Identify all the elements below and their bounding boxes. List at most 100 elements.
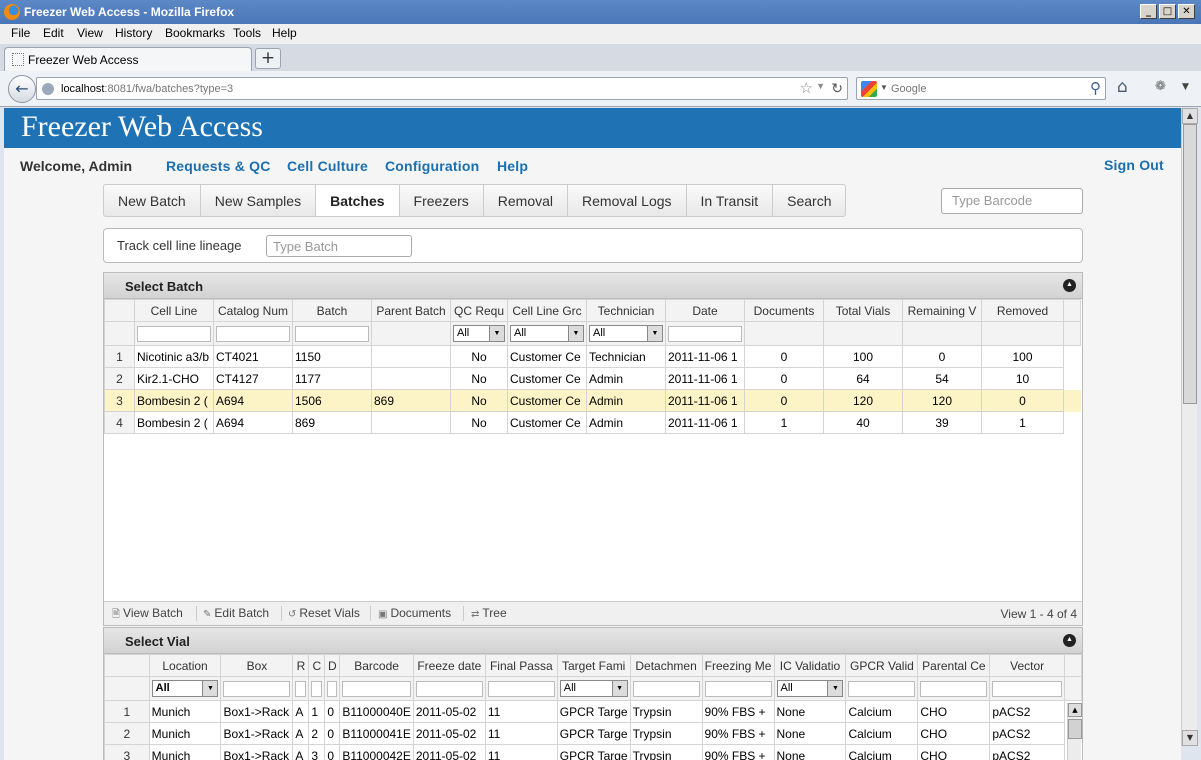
filter-date[interactable] <box>668 325 742 342</box>
filter-r[interactable] <box>295 680 307 697</box>
edit-batch-button[interactable]: ✎ Edit Batch <box>203 606 269 620</box>
tab-batches[interactable]: Batches <box>316 185 400 216</box>
table-row[interactable]: 3 Bombesin 2 (A694 1506 869 No Customer Ce Adm… <box>104 389 1081 412</box>
filter-final-passage[interactable] <box>487 680 555 697</box>
scroll-down-icon[interactable]: ▼ <box>1182 730 1198 746</box>
bookmark-star-icon[interactable]: ☆ <box>800 79 813 97</box>
search-box[interactable]: ▼ Google ⚲ <box>856 77 1106 100</box>
col-parent-batch[interactable]: Parent Batch <box>371 299 451 322</box>
col-barcode[interactable]: Barcode <box>339 654 414 677</box>
close-button[interactable]: ✕ <box>1178 4 1195 19</box>
col-freezing-media[interactable]: Freezing Me <box>701 654 775 677</box>
filter-ic-select[interactable]: All ▼ <box>776 680 844 697</box>
tab-in-transit[interactable]: In Transit <box>687 185 774 216</box>
tab-removal-logs[interactable]: Removal Logs <box>568 185 687 216</box>
filter-catalog[interactable] <box>216 325 290 342</box>
nav-configuration[interactable]: Configuration <box>385 158 479 174</box>
engine-dropdown-icon[interactable]: ▼ <box>880 83 888 92</box>
reload-icon[interactable]: ↻ <box>831 80 843 97</box>
scroll-up-icon[interactable]: ▲ <box>1182 108 1198 124</box>
view-batch-button[interactable]: 🗎 View Batch <box>112 606 183 624</box>
tree-button[interactable]: ⇄ Tree <box>471 606 507 620</box>
filter-d[interactable] <box>327 680 338 697</box>
scroll-up-icon[interactable]: ▲ <box>1068 703 1082 717</box>
col-freeze-date[interactable]: Freeze date <box>412 654 486 677</box>
vial-grid-scrollbar[interactable]: ▲ <box>1067 703 1082 760</box>
tab-new-samples[interactable]: New Samples <box>201 185 317 216</box>
menu-tools[interactable]: Tools <box>233 26 261 40</box>
col-d[interactable]: D <box>324 654 341 677</box>
toolbar-menu-icon[interactable]: ▼ <box>1182 82 1189 92</box>
table-row[interactable]: 1 Nicotinic a3/b CT4021 1150 No Customer Ce Te… <box>104 345 1081 368</box>
page-scrollbar[interactable]: ▲ ▼ <box>1181 108 1198 746</box>
col-total-vials[interactable]: Total Vials <box>823 299 903 322</box>
tab-freezers[interactable]: Freezers <box>400 185 484 216</box>
scroll-thumb[interactable] <box>1183 124 1197 404</box>
tab-search[interactable]: Search <box>773 185 845 216</box>
menu-history[interactable]: History <box>115 26 152 40</box>
filter-group-select[interactable]: All ▼ <box>510 325 584 342</box>
menu-bookmarks[interactable]: Bookmarks <box>165 26 225 40</box>
reset-vials-button[interactable]: ↺ Reset Vials <box>288 606 360 620</box>
collapse-icon[interactable]: ▲ <box>1063 279 1076 292</box>
col-removed[interactable]: Removed <box>981 299 1064 322</box>
col-c[interactable]: C <box>308 654 326 677</box>
menu-help[interactable]: Help <box>272 26 297 40</box>
tab-new-batch[interactable]: New Batch <box>104 185 201 216</box>
filter-vector[interactable] <box>992 680 1063 697</box>
col-documents[interactable]: Documents <box>744 299 824 322</box>
batch-input[interactable]: Type Batch <box>266 235 412 257</box>
search-icon[interactable]: ⚲ <box>1090 79 1101 97</box>
col-qc-required[interactable]: QC Requ <box>450 299 508 322</box>
col-cell-line[interactable]: Cell Line <box>134 299 214 322</box>
col-gpcr-validation[interactable]: GPCR Valid <box>845 654 919 677</box>
col-ic-validation[interactable]: IC Validatio <box>773 654 847 677</box>
documents-button[interactable]: ▣ Documents <box>378 606 451 620</box>
menu-file[interactable]: File <box>11 26 30 40</box>
filter-parental[interactable] <box>920 680 988 697</box>
home-icon[interactable]: ⌂ <box>1117 77 1128 97</box>
google-icon[interactable] <box>861 81 877 97</box>
col-location[interactable]: Location <box>148 654 222 677</box>
col-parental-cell[interactable]: Parental Ce <box>917 654 991 677</box>
filter-target-select[interactable]: All ▼ <box>559 680 628 697</box>
nav-cell-culture[interactable]: Cell Culture <box>287 158 368 174</box>
collapse-icon[interactable]: ▲ <box>1063 634 1076 647</box>
col-r[interactable]: R <box>292 654 310 677</box>
table-row[interactable]: 1 Munich Box1->Rack A 1 0 B11000040E 2011-05-02… <box>104 700 1082 723</box>
table-row[interactable]: 2 Kir2.1-CHO CT4127 1177 No Customer Ce Admin 2… <box>104 367 1081 390</box>
col-catalog[interactable]: Catalog Num <box>213 299 293 322</box>
scroll-thumb[interactable] <box>1068 719 1082 739</box>
minimize-button[interactable]: _ <box>1140 4 1157 19</box>
new-tab-button[interactable]: + <box>255 48 281 69</box>
nav-requests-qc[interactable]: Requests & QC <box>166 158 271 174</box>
sign-out-link[interactable]: Sign Out <box>1104 157 1164 173</box>
filter-barcode[interactable] <box>342 680 411 697</box>
menu-edit[interactable]: Edit <box>43 26 64 40</box>
col-target-family[interactable]: Target Fami <box>556 654 631 677</box>
col-technician[interactable]: Technician <box>586 299 666 322</box>
browser-tab[interactable]: Freezer Web Access <box>4 47 252 71</box>
col-box[interactable]: Box <box>220 654 294 677</box>
filter-gpcr[interactable] <box>848 680 916 697</box>
filter-location-select[interactable]: All ▼ <box>151 680 219 697</box>
filter-freeze-date[interactable] <box>415 680 483 697</box>
barcode-input[interactable]: Type Barcode <box>941 188 1083 214</box>
filter-qc-select[interactable]: All ▼ <box>453 325 505 342</box>
table-row[interactable]: 3 Munich Box1->Rack A 3 0 B11000042E 2011-05-02… <box>104 744 1082 760</box>
filter-batch[interactable] <box>295 325 369 342</box>
filter-c[interactable] <box>311 680 323 697</box>
col-vector[interactable]: Vector <box>989 654 1066 677</box>
table-row[interactable]: 2 Munich Box1->Rack A 2 0 B11000041E 2011-05-02… <box>104 722 1082 745</box>
col-remaining[interactable]: Remaining V <box>902 299 982 322</box>
col-batch[interactable]: Batch <box>292 299 372 322</box>
address-bar[interactable]: localhost:8081/fwa/batches?type=3 ☆ ▼ ↻ <box>36 77 848 100</box>
col-detachment[interactable]: Detachmen <box>629 654 703 677</box>
filter-freezing-media[interactable] <box>704 680 772 697</box>
history-dropdown-icon[interactable]: ▼ <box>816 81 825 91</box>
filter-box[interactable] <box>223 680 291 697</box>
col-final-passage[interactable]: Final Passa <box>484 654 558 677</box>
back-button[interactable]: ← <box>8 75 36 103</box>
table-row[interactable]: 4 Bombesin 2 (A694 869 No Customer Ce Admin 20… <box>104 411 1081 434</box>
nav-help[interactable]: Help <box>497 158 528 174</box>
